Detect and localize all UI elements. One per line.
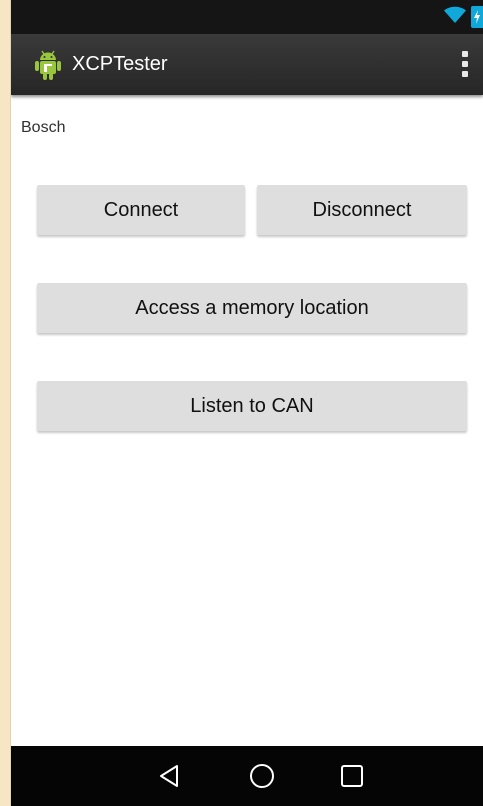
- subtitle-text: Bosch: [21, 119, 66, 136]
- main-content: Bosch Connect Disconnect Access a memory…: [11, 95, 483, 746]
- connect-button[interactable]: Connect: [37, 185, 245, 235]
- overflow-menu-icon[interactable]: [455, 48, 475, 80]
- home-icon[interactable]: [232, 746, 292, 806]
- wifi-icon: [443, 6, 467, 29]
- phone-screen: XCPTester Bosch Connect Disconnect Acces…: [11, 0, 483, 806]
- android-app-icon: [31, 48, 65, 82]
- navigation-bar: [11, 746, 483, 806]
- battery-charging-icon: [471, 6, 483, 28]
- back-icon[interactable]: [139, 746, 199, 806]
- status-icons: [443, 0, 483, 34]
- disconnect-button[interactable]: Disconnect: [257, 185, 467, 235]
- status-bar: [11, 0, 483, 34]
- recents-icon[interactable]: [322, 746, 382, 806]
- desktop-background: XCPTester Bosch Connect Disconnect Acces…: [0, 0, 483, 806]
- access-memory-button[interactable]: Access a memory location: [37, 283, 467, 333]
- listen-can-button[interactable]: Listen to CAN: [37, 381, 467, 431]
- action-bar: XCPTester: [11, 34, 483, 95]
- app-title: XCPTester: [72, 53, 168, 75]
